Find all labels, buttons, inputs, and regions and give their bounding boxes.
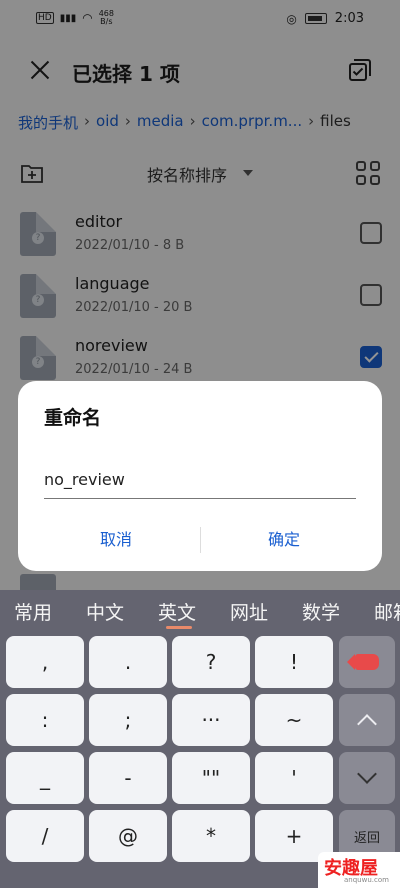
key-slash[interactable]: /	[6, 810, 84, 862]
backspace-icon	[347, 654, 379, 670]
dialog-title: 重命名	[44, 407, 102, 429]
keyboard-tabs: 常用 中文 英文 网址 数学 邮箱	[0, 590, 400, 632]
confirm-button[interactable]: 确定	[204, 525, 364, 555]
cancel-button[interactable]: 取消	[36, 525, 196, 555]
backspace-key[interactable]	[339, 636, 395, 688]
tab-english[interactable]: 英文	[158, 598, 196, 625]
key-hyphen[interactable]: -	[89, 752, 167, 804]
return-key-label: 返回	[353, 830, 380, 846]
key-tilde[interactable]: ~	[255, 694, 333, 746]
key-comma[interactable]: ,	[6, 636, 84, 688]
chevron-up-icon	[357, 714, 377, 734]
button-divider	[200, 527, 201, 553]
chevron-down-icon	[357, 764, 377, 784]
active-tab-indicator	[166, 626, 192, 629]
tab-chinese[interactable]: 中文	[86, 598, 124, 625]
key-asterisk[interactable]: *	[172, 810, 250, 862]
key-period[interactable]: .	[89, 636, 167, 688]
watermark-subtext: anquwu.com	[344, 876, 389, 884]
tab-email[interactable]: 邮箱	[374, 598, 400, 625]
tab-common[interactable]: 常用	[14, 598, 52, 625]
key-at[interactable]: @	[89, 810, 167, 862]
key-underscore[interactable]: _	[6, 752, 84, 804]
key-semicolon[interactable]: ;	[89, 694, 167, 746]
rename-input[interactable]	[44, 459, 356, 499]
key-apostrophe[interactable]: '	[255, 752, 333, 804]
key-colon[interactable]: :	[6, 694, 84, 746]
soft-keyboard: 常用 中文 英文 网址 数学 邮箱 , . ? ! : ; ··· ~ _ - …	[0, 590, 400, 888]
key-question[interactable]: ?	[172, 636, 250, 688]
scroll-down-key[interactable]	[339, 752, 395, 804]
key-ellipsis[interactable]: ···	[172, 694, 250, 746]
tab-url[interactable]: 网址	[230, 598, 268, 625]
scroll-up-key[interactable]	[339, 694, 395, 746]
key-exclamation[interactable]: !	[255, 636, 333, 688]
tab-math[interactable]: 数学	[302, 598, 340, 625]
key-quotes[interactable]: ""	[172, 752, 250, 804]
watermark-logo: 安趣屋 anquwu.com	[318, 852, 400, 888]
rename-dialog: 重命名 取消 确定	[18, 381, 382, 571]
